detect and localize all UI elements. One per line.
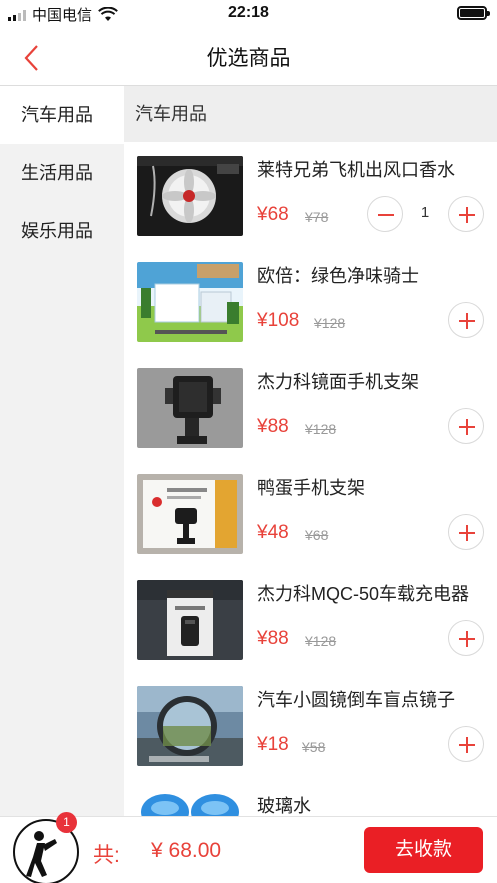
product-image [137, 686, 243, 766]
product-image [137, 368, 243, 448]
add-to-cart-button[interactable] [448, 726, 484, 762]
add-to-cart-button[interactable] [448, 620, 484, 656]
product-image [137, 474, 243, 554]
checkout-button[interactable]: 去收款 [364, 827, 483, 873]
status-time: 22:18 [228, 4, 269, 21]
product-price: ¥88 [257, 416, 289, 437]
product-price: ¥18 [257, 734, 289, 755]
total-amount: ¥ 68.00 [151, 839, 222, 862]
product-item[interactable]: 玻璃水 [124, 778, 497, 816]
product-name: 鸭蛋手机支架 [257, 478, 365, 498]
product-item[interactable]: 欧倍：绿色净味骑士 ¥108 ¥128 [124, 248, 497, 354]
plus-icon [459, 207, 475, 223]
product-name: 杰力科镜面手机支架 [257, 372, 419, 392]
product-original-price: ¥58 [302, 739, 326, 755]
product-name: 汽车小圆镜倒车盲点镜子 [257, 690, 455, 710]
quantity-value: 1 [420, 204, 430, 221]
product-original-price: ¥78 [305, 209, 329, 225]
add-to-cart-button[interactable] [448, 196, 484, 232]
product-price: ¥88 [257, 628, 289, 649]
plus-icon [459, 525, 475, 541]
product-price: ¥48 [257, 522, 289, 543]
product-price: ¥68 [257, 204, 289, 225]
product-list: 汽车用品 莱特兄弟飞机出风口香水 ¥68 ¥78 1 欧倍：绿色净味骑士 ¥10… [124, 86, 497, 816]
plus-icon [459, 737, 475, 753]
product-name: 玻璃水 [257, 796, 311, 816]
sidebar-item-entertainment[interactable]: 娱乐用品 [0, 202, 124, 260]
product-image [137, 580, 243, 660]
plus-icon [459, 313, 475, 329]
decrease-quantity-button[interactable] [367, 196, 403, 232]
add-to-cart-button[interactable] [448, 514, 484, 550]
product-image [137, 792, 243, 816]
status-bar: 中国电信 22:18 [0, 0, 497, 28]
add-to-cart-button[interactable] [448, 302, 484, 338]
battery-icon [457, 6, 490, 20]
total-label: 共: [93, 844, 120, 867]
sidebar-item-car[interactable]: 汽车用品 [0, 86, 124, 144]
nav-bar: 优选商品 [0, 28, 497, 86]
product-original-price: ¥68 [305, 527, 329, 543]
minus-icon [378, 214, 394, 216]
plus-icon [459, 631, 475, 647]
product-name: 莱特兄弟飞机出风口香水 [257, 160, 455, 180]
product-name: 杰力科MQC-50车载充电器 [257, 584, 470, 604]
product-item[interactable]: 莱特兄弟飞机出风口香水 ¥68 ¥78 1 [124, 142, 497, 248]
sidebar-item-life[interactable]: 生活用品 [0, 144, 124, 202]
product-original-price: ¥128 [305, 633, 337, 649]
product-image [137, 262, 243, 342]
product-item[interactable]: 杰力科MQC-50车载充电器 ¥88 ¥128 [124, 566, 497, 672]
add-to-cart-button[interactable] [448, 408, 484, 444]
product-original-price: ¥128 [305, 421, 337, 437]
product-price: ¥108 [257, 310, 300, 331]
plus-icon [459, 419, 475, 435]
product-item[interactable]: 鸭蛋手机支架 ¥48 ¥68 [124, 460, 497, 566]
page-title: 优选商品 [206, 47, 291, 70]
cart-count-badge: 1 [56, 812, 77, 833]
category-sidebar: 汽车用品 生活用品 娱乐用品 [0, 86, 124, 816]
product-name: 欧倍：绿色净味骑士 [257, 266, 419, 286]
cart-bar: 1 共: ¥ 68.00 去收款 [0, 812, 497, 883]
section-header: 汽车用品 [124, 86, 497, 142]
product-item[interactable]: 汽车小圆镜倒车盲点镜子 ¥18 ¥58 [124, 672, 497, 778]
product-image [137, 156, 243, 236]
product-original-price: ¥128 [314, 315, 346, 331]
product-item[interactable]: 杰力科镜面手机支架 ¥88 ¥128 [124, 354, 497, 460]
